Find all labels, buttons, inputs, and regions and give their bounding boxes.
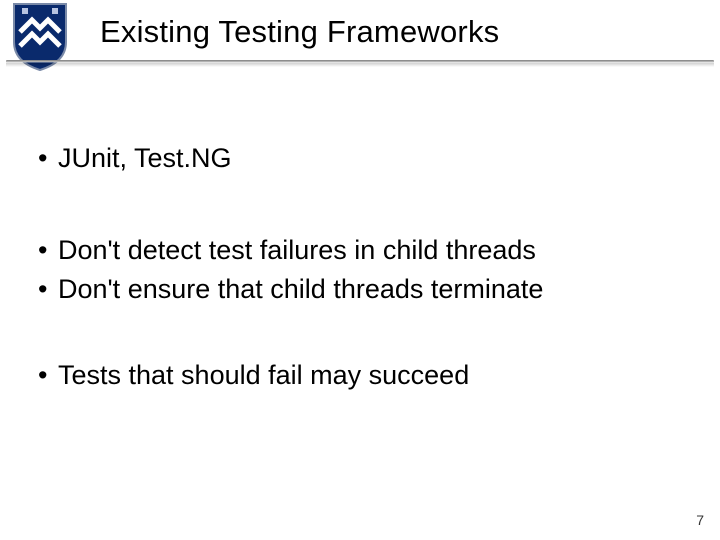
- bullet-item: • Don't detect test failures in child th…: [36, 232, 684, 268]
- bullet-dot-icon: •: [36, 140, 58, 176]
- slide-header: Existing Testing Frameworks: [0, 0, 720, 72]
- bullet-item: • JUnit, Test.NG: [36, 140, 684, 176]
- header-divider-shadow: [6, 63, 714, 67]
- slide-title: Existing Testing Frameworks: [80, 0, 720, 50]
- bullet-dot-icon: •: [36, 232, 58, 268]
- bullet-item: • Tests that should fail may succeed: [36, 357, 684, 393]
- bullet-text: Don't detect test failures in child thre…: [58, 232, 536, 268]
- bullet-text: JUnit, Test.NG: [58, 140, 232, 176]
- bullet-dot-icon: •: [36, 271, 58, 307]
- bullet-item: • Don't ensure that child threads termin…: [36, 271, 684, 307]
- bullet-dot-icon: •: [36, 357, 58, 393]
- bullet-group-2: • Don't detect test failures in child th…: [36, 232, 684, 307]
- bullet-text: Don't ensure that child threads terminat…: [58, 271, 543, 307]
- bullet-text: Tests that should fail may succeed: [58, 357, 469, 393]
- bullet-group-3: • Tests that should fail may succeed: [36, 357, 684, 393]
- page-number: 7: [696, 512, 704, 528]
- bullet-group-1: • JUnit, Test.NG: [36, 140, 684, 176]
- slide-content: • JUnit, Test.NG • Don't detect test fai…: [0, 100, 720, 450]
